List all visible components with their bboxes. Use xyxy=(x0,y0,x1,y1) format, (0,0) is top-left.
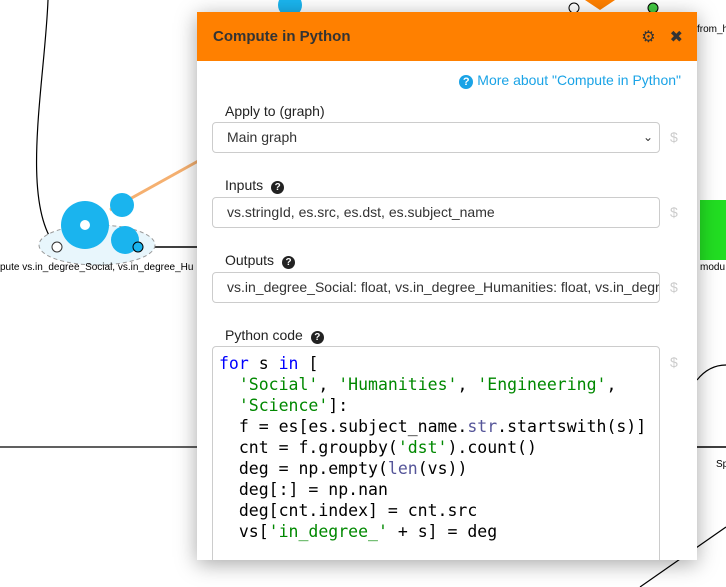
box-label: pute vs.in_degree_Social, vs.in_degree_H… xyxy=(0,262,194,273)
help-icon[interactable]: ? xyxy=(271,181,285,194)
box-label: Sp xyxy=(716,459,726,470)
close-icon[interactable]: ✖ xyxy=(670,27,683,47)
code-line: vs['in_degree_' + s] = deg xyxy=(219,522,498,541)
help-link[interactable]: ? More about "Compute in Python" xyxy=(459,72,681,89)
inputs-label-text: Inputs xyxy=(225,177,264,193)
parametric-toggle[interactable]: $ xyxy=(670,129,678,145)
code-line: 'Social', 'Humanities', 'Engineering', xyxy=(238,375,617,394)
code-line: 'Science']: xyxy=(238,396,349,415)
inputs-label: Inputs? xyxy=(225,177,285,194)
box-label: from_h xyxy=(697,24,726,35)
box-label: modu xyxy=(700,262,726,273)
code-label: Python code? xyxy=(225,327,324,344)
chevron-down-icon: ⌄ xyxy=(642,130,653,144)
code-line: deg[cnt.index] = cnt.src xyxy=(219,501,478,520)
help-icon[interactable]: ? xyxy=(282,256,296,269)
code-line: deg = np.empty(len(vs)) xyxy=(219,459,468,478)
parametric-toggle[interactable]: $ xyxy=(670,354,678,370)
apply-to-label: Apply to (graph) xyxy=(225,103,325,119)
parametric-toggle[interactable]: $ xyxy=(670,204,678,220)
apply-to-select[interactable]: Main graph ⌄ xyxy=(212,122,660,153)
inputs-field[interactable]: vs.stringId, es.src, es.dst, es.subject_… xyxy=(212,197,660,228)
outputs-field[interactable]: vs.in_degree_Social: float, vs.in_degree… xyxy=(212,272,660,303)
help-link-text: More about "Compute in Python" xyxy=(477,72,681,88)
popup-title: Compute in Python xyxy=(213,28,351,45)
code-line: cnt = f.groupby('dst').count() xyxy=(219,438,537,457)
apply-to-value: Main graph xyxy=(227,129,298,145)
code-line: for s in [ xyxy=(219,354,319,373)
gear-icon[interactable]: ⚙ xyxy=(641,27,655,47)
outputs-label-text: Outputs xyxy=(225,252,275,268)
code-label-text: Python code xyxy=(225,327,303,343)
operation-popup: Compute in Python ⚙ ✖ ? More about "Compu… xyxy=(197,12,697,560)
code-line: deg[:] = np.nan xyxy=(219,480,388,499)
help-icon[interactable]: ? xyxy=(310,331,324,344)
outputs-label: Outputs? xyxy=(225,252,296,269)
python-code-editor[interactable]: for s in [ 'Social', 'Humanities', 'Engi… xyxy=(212,346,660,560)
parametric-toggle[interactable]: $ xyxy=(670,279,678,295)
popup-header[interactable]: Compute in Python ⚙ ✖ xyxy=(197,12,697,61)
help-icon: ? xyxy=(459,75,474,89)
code-line: f = es[es.subject_name.str.startswith(s)… xyxy=(219,417,647,436)
